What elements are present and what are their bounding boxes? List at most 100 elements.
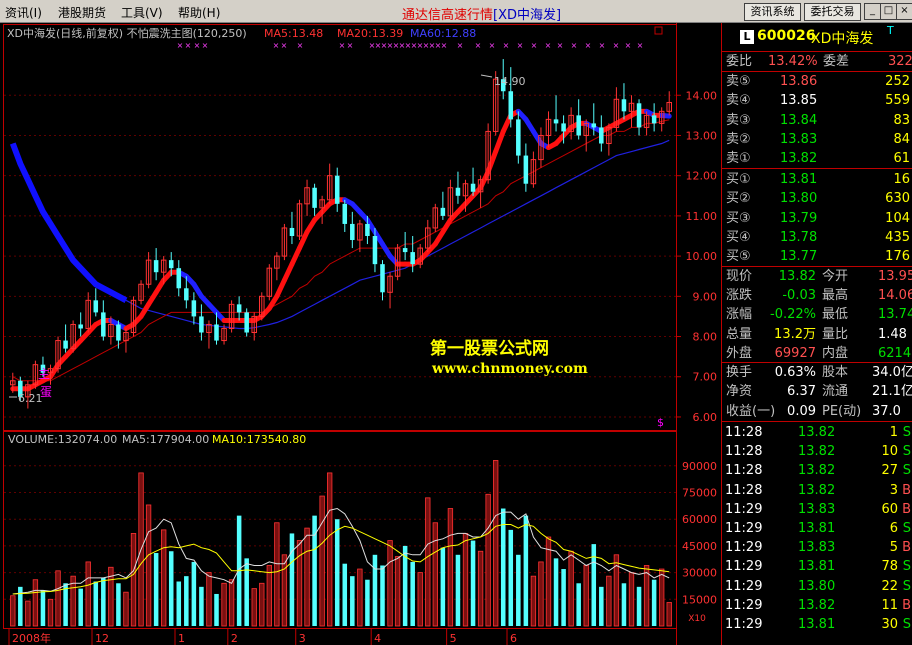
candle-body (334, 175, 340, 204)
candle-body (553, 119, 559, 124)
volume-bar (334, 519, 340, 626)
bid-row-3[interactable]: 买③ 13.79 104 (722, 209, 912, 228)
candle-body (199, 316, 204, 333)
menu-tools[interactable]: 工具(V) (121, 4, 163, 21)
volume-bar (32, 579, 39, 627)
signal-mark-icon: × (637, 41, 644, 50)
ask-row-2[interactable]: 卖② 13.83 84 (722, 130, 912, 149)
bid-label: 买③ (726, 210, 751, 226)
ask-label: 卖⑤ (726, 74, 751, 89)
volume-bar (440, 547, 446, 626)
signal-mark-icon: × (545, 41, 552, 50)
bid-row-4[interactable]: 买④ 13.78 435 (722, 228, 912, 247)
quote-label: 量比 (822, 326, 849, 342)
quote-row: 外盘 69927 内盘 62147 (722, 344, 912, 363)
chart-title: XD中海发(日线,前复权) 不怕震洗主图(120,250) (7, 26, 247, 40)
volume-tick-label: 15000 (682, 593, 717, 606)
signal-mark-icon: × (625, 41, 632, 50)
quote-label: 涨跌 (726, 288, 753, 304)
volume-bar (55, 570, 61, 627)
tick-time: 11:29 (725, 578, 763, 594)
tick-price: 13.83 (798, 540, 836, 556)
volume-bar (365, 579, 370, 626)
price-tick-label: 12.00 (686, 170, 718, 183)
volume-bar (40, 590, 46, 626)
ask-row-1[interactable]: 卖① 13.82 61 (722, 149, 912, 168)
candle-body (63, 340, 68, 349)
signal-mark-icon: × (194, 41, 201, 50)
ask-row-3[interactable]: 卖③ 13.84 83 (722, 111, 912, 130)
date-tick-label: 2 (231, 632, 238, 645)
volume-label: VOLUME:132074.00 (8, 433, 117, 446)
volume-bar (176, 581, 182, 626)
trade-order-button[interactable]: 委托交易 (804, 3, 861, 21)
menu-hk-futures[interactable]: 港股期货 (58, 4, 106, 21)
candle-body (214, 324, 219, 341)
volume-bar (304, 527, 310, 627)
candle-body (184, 288, 189, 301)
menu-help[interactable]: 帮助(H) (178, 4, 220, 21)
volume-bar (85, 561, 91, 627)
ask-row-5[interactable]: 卖⑤ 13.86 252 (722, 72, 912, 91)
tick-price: 13.80 (798, 578, 836, 594)
volume-bar (145, 504, 152, 627)
candle-body (372, 236, 378, 265)
close-icon[interactable]: × (896, 3, 912, 20)
app-title: 通达信高速行情[XD中海发] (402, 4, 561, 23)
bid-volume: 16 (893, 172, 910, 187)
volume-bar (530, 575, 537, 627)
tick-side: S (902, 463, 911, 479)
candle-body (191, 300, 197, 317)
separator (722, 168, 912, 169)
tick-volume: 60 (881, 501, 898, 517)
quote-value: 13.82 (778, 269, 816, 284)
volume-bar (394, 556, 401, 627)
kline-chart[interactable]: 14.00 13.00 12.00 11.00 10.00 9.00 8.00 7.00 6.0… (0, 23, 722, 645)
price-tick-label: 9.00 (693, 290, 718, 303)
volume-bar (568, 550, 574, 627)
tick-time: 11:28 (725, 463, 763, 479)
tick-price: 13.83 (798, 501, 836, 517)
volume-bar (651, 579, 657, 626)
quote-label: 总量 (726, 326, 753, 342)
signal-mark-icon: × (489, 41, 496, 50)
bid-row-2[interactable]: 买② 13.80 630 (722, 189, 912, 208)
bid-label: 买④ (726, 229, 751, 245)
tick-volume: 22 (881, 578, 898, 594)
ma5-label: MA5:13.48 (264, 27, 323, 40)
signal-mark-icon: × (599, 41, 606, 50)
tick-price: 13.82 (798, 425, 836, 440)
tick-side: S (902, 559, 911, 575)
volume-bar (289, 533, 295, 626)
bid-row-1[interactable]: 买① 13.81 16 (722, 170, 912, 189)
bid-row-5[interactable]: 买⑤ 13.77 176 (722, 247, 912, 266)
volume-bar (553, 558, 559, 626)
minimize-icon[interactable]: _ (864, 3, 881, 20)
date-tick-label: 6 (510, 632, 517, 645)
volume-bar (606, 575, 612, 627)
candle-body (380, 264, 385, 293)
volume-bar (387, 540, 393, 627)
quote-value: -0.03 (782, 288, 816, 304)
tick-side: S (902, 444, 911, 460)
low-price-annotation: 6.21 (18, 392, 43, 405)
bid-price: 13.77 (780, 249, 818, 265)
bid-price: 13.80 (780, 191, 818, 207)
main-force-mark: 主 (38, 367, 50, 381)
volume-bar (274, 522, 280, 627)
ask-row-4[interactable]: 卖④ 13.85 559 (722, 91, 912, 110)
fundamental-row: 收益(一) 0.09 PE(动) 37.0 (722, 402, 912, 421)
maximize-icon[interactable]: □ (880, 3, 897, 20)
volume-bar (372, 554, 378, 626)
quote-label: 今开 (822, 269, 849, 284)
bid-label: 买① (726, 172, 751, 187)
menu-info[interactable]: 资讯(I) (5, 4, 42, 21)
stock-name: XD中海发 (811, 31, 874, 47)
tick-price: 13.81 (798, 617, 836, 632)
candle-body (116, 324, 121, 341)
candle-body (636, 103, 642, 128)
fund-label: 净资 (726, 384, 753, 400)
news-system-button[interactable]: 资讯系统 (744, 3, 801, 21)
volume-bar (259, 582, 265, 627)
app-title-main: 通达信高速行情 (402, 8, 494, 23)
